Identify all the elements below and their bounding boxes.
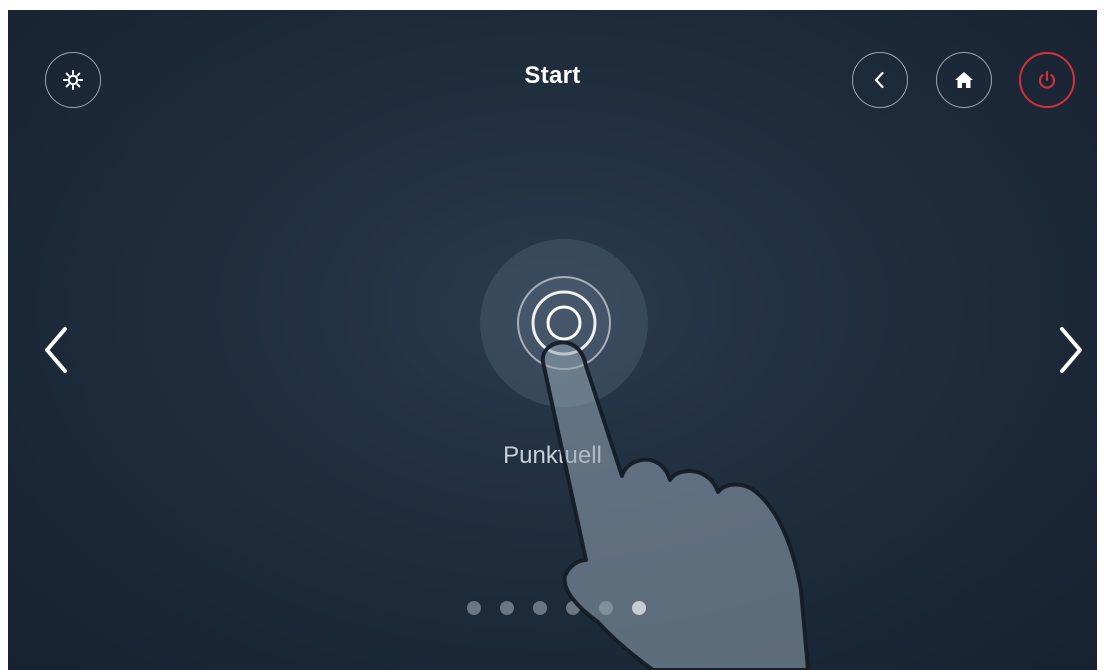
chevron-left-icon [45, 327, 67, 373]
page-dot-active[interactable] [632, 601, 646, 615]
home-button[interactable] [936, 52, 992, 108]
page-title: Start [524, 62, 581, 89]
page-dot[interactable] [533, 601, 547, 615]
target-rings-icon [480, 239, 648, 407]
page-dot[interactable] [599, 601, 613, 615]
back-button[interactable] [852, 52, 908, 108]
chevron-right-icon [1060, 327, 1082, 373]
mode-label: Punktuell [503, 442, 602, 469]
page-dot[interactable] [467, 601, 481, 615]
next-page-button[interactable] [1051, 322, 1091, 378]
mode-button[interactable] [480, 239, 648, 407]
chevron-left-icon [874, 71, 884, 89]
app-screen: Start Punktuell [8, 10, 1097, 670]
page-indicator [467, 601, 646, 615]
home-icon [955, 72, 973, 88]
previous-page-button[interactable] [36, 322, 76, 378]
page-dot[interactable] [566, 601, 580, 615]
power-button[interactable] [1019, 52, 1075, 108]
power-icon [1038, 70, 1056, 89]
page-dot[interactable] [500, 601, 514, 615]
